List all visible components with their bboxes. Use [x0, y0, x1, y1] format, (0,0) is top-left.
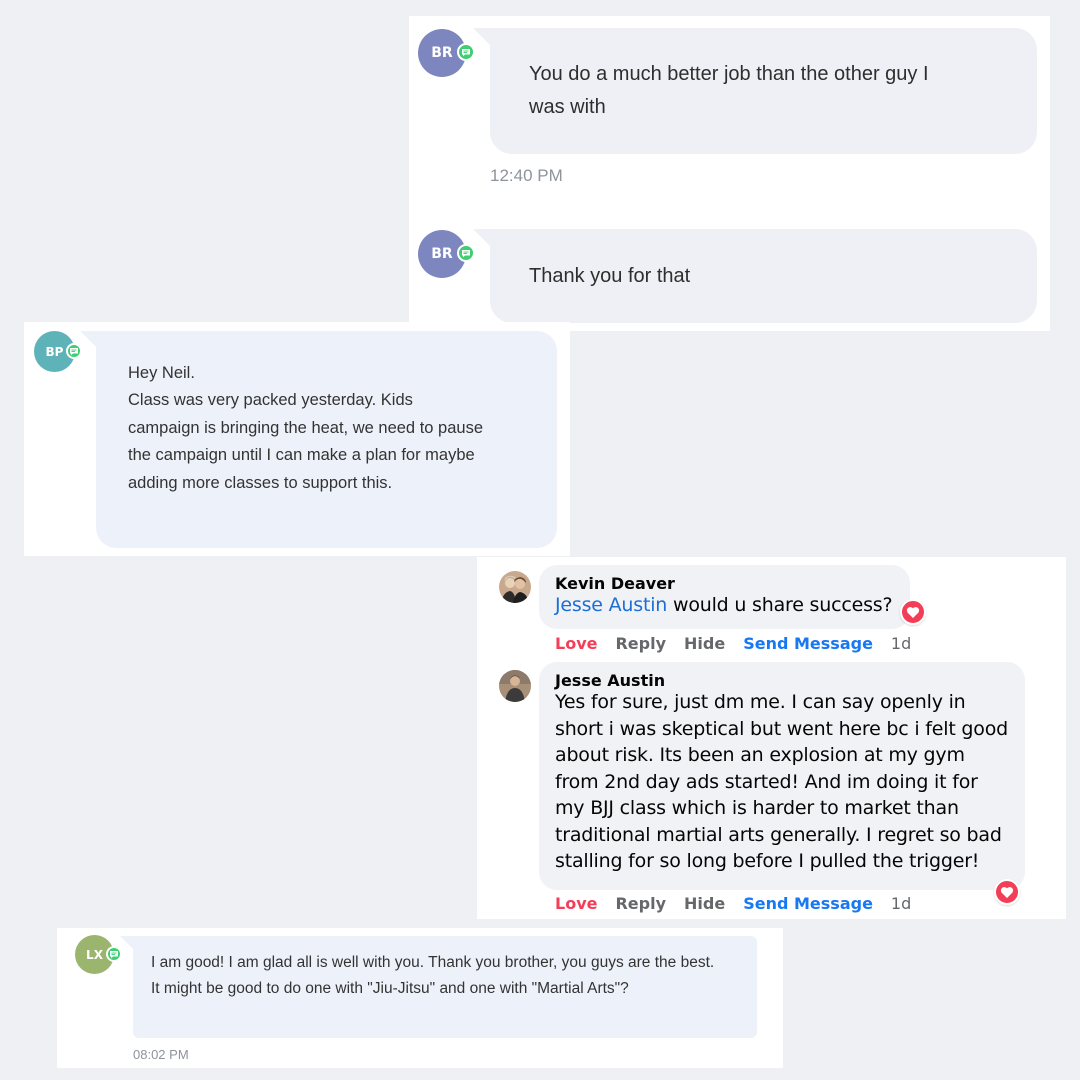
facebook-comments-card: Kevin Deaver Jesse Austin would u share …: [477, 557, 1066, 919]
hide-button[interactable]: Hide: [684, 634, 725, 653]
comment-actions: Love Reply Hide Send Message 1d: [555, 634, 929, 653]
conversation-card-lx: LX I am good! I am glad all is well with…: [57, 928, 783, 1068]
comment-bubble: Jesse Austin Yes for sure, just dm me. I…: [539, 662, 1025, 890]
reply-button[interactable]: Reply: [615, 634, 666, 653]
mention-link[interactable]: Jesse Austin: [555, 594, 667, 616]
reply-button[interactable]: Reply: [615, 894, 666, 913]
comment-time: 1d: [890, 634, 912, 653]
comment-actions: Love Reply Hide Send Message 1d: [555, 894, 929, 913]
comment-author[interactable]: Jesse Austin: [555, 671, 1011, 690]
message-bubble: Thank you for that: [490, 229, 1037, 323]
comment-author[interactable]: Kevin Deaver: [555, 574, 896, 593]
comment-text: Yes for sure, just dm me. I can say open…: [555, 691, 1009, 872]
comment-bubble: Kevin Deaver Jesse Austin would u share …: [539, 565, 910, 629]
message-text: Thank you for that: [529, 265, 691, 287]
message-timestamp: 12:40 PM: [490, 166, 563, 185]
conversation-card-bp: BP Hey Neil. Class was very packed yeste…: [24, 322, 570, 556]
avatar-kevin-deaver[interactable]: [499, 571, 531, 603]
avatar-initials: BP: [45, 344, 64, 359]
avatar-initials: BR: [431, 246, 453, 262]
send-message-button[interactable]: Send Message: [743, 634, 873, 653]
avatar-initials: LX: [86, 947, 103, 962]
hide-button[interactable]: Hide: [684, 894, 725, 913]
send-message-button[interactable]: Send Message: [743, 894, 873, 913]
heart-reaction-icon[interactable]: [900, 599, 926, 625]
conversation-card-br: BR You do a much better job than the oth…: [409, 16, 1050, 331]
love-button[interactable]: Love: [555, 894, 597, 913]
message-bubble: I am good! I am glad all is well with yo…: [133, 936, 757, 1038]
heart-reaction-icon[interactable]: [994, 879, 1020, 905]
avatar-initials: BR: [431, 45, 453, 61]
message-bubble: You do a much better job than the other …: [490, 28, 1037, 154]
avatar-jesse-austin[interactable]: [499, 670, 531, 702]
message-text: I am good! I am glad all is well with yo…: [151, 954, 715, 997]
comment-time: 1d: [890, 894, 912, 913]
message-greeting: Hey Neil.: [128, 364, 195, 382]
comment-text: would u share success?: [667, 594, 893, 616]
message-text: You do a much better job than the other …: [529, 63, 929, 118]
message-timestamp: 08:02 PM: [133, 1047, 189, 1062]
message-text: Class was very packed yesterday. Kids ca…: [128, 391, 483, 492]
love-button[interactable]: Love: [555, 634, 597, 653]
message-bubble: Hey Neil. Class was very packed yesterda…: [96, 331, 557, 548]
